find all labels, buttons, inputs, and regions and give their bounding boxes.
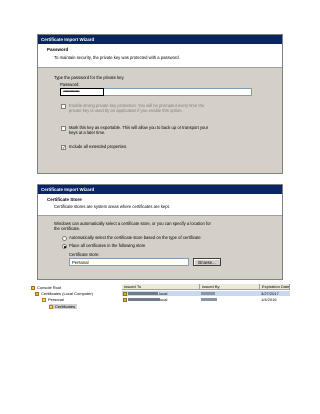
- table-row[interactable]: .local: [123, 291, 167, 296]
- password-prompt: Type the password for the private key.: [54, 75, 125, 80]
- wizard-header: Password To maintain security, the priva…: [38, 44, 282, 68]
- header-title: Password: [47, 47, 69, 52]
- password-field[interactable]: •••••••••••••: [60, 88, 104, 96]
- password-dialog: Certificate Import Wizard Password To ma…: [37, 34, 283, 174]
- certificate-snapin-icon: [35, 292, 39, 296]
- store-description-line2: the certificate.: [54, 226, 81, 231]
- extended-properties-checkbox[interactable]: ✓: [61, 145, 66, 150]
- password-label: Password:: [60, 82, 80, 87]
- issued-by-cell: [201, 297, 217, 302]
- header-subtitle: To maintain security, the private key wa…: [54, 55, 180, 60]
- tree-certificates[interactable]: Certificates: [49, 304, 78, 309]
- folder-icon: [31, 286, 35, 290]
- auto-select-label: Automatically select the certificate sto…: [69, 235, 201, 240]
- wizard-header: Certificate Store Certificate stores are…: [38, 194, 282, 216]
- certificate-store-dialog: Certificate Import Wizard Certificate St…: [37, 184, 283, 280]
- certificates-console: Console Root Certificates (Local Compute…: [30, 284, 290, 318]
- strong-protection-checkbox[interactable]: [61, 104, 66, 109]
- table-row[interactable]: ocal: [123, 297, 167, 302]
- tree-label: Console Root: [37, 285, 62, 290]
- password-field-extent: [104, 88, 252, 96]
- redacted-issued-to: [128, 298, 160, 302]
- auto-select-radio[interactable]: [62, 236, 67, 241]
- column-expiration-date[interactable]: Expiration Date: [260, 284, 290, 290]
- tree-console-root[interactable]: Console Root: [31, 285, 61, 290]
- certificate-icon: [123, 298, 127, 302]
- header-title: Certificate Store: [47, 197, 82, 202]
- tree-certificates-local[interactable]: Certificates (Local Computer): [35, 291, 93, 296]
- exportable-label-line2: keys at a later time.: [69, 130, 106, 135]
- certificate-icon: [123, 292, 127, 296]
- dialog-title: Certificate Import Wizard: [38, 35, 282, 44]
- tree-label: Certificates (Local Computer): [41, 291, 94, 296]
- issued-to-suffix: .local: [158, 291, 168, 296]
- issued-to-suffix: ocal: [160, 297, 168, 302]
- redacted-issued-to: [128, 292, 158, 296]
- redacted-issued-by: [201, 298, 217, 302]
- certificate-store-field[interactable]: Personal: [69, 258, 189, 266]
- redacted-issued-by: [201, 292, 215, 296]
- expiration-cell: 1/4/2016: [261, 297, 277, 302]
- tree-label: Certificates: [55, 304, 76, 309]
- column-issued-to[interactable]: Issued To: [122, 284, 200, 290]
- tree-personal[interactable]: Personal: [42, 297, 64, 302]
- extended-properties-label: Include all extended properties.: [69, 144, 128, 149]
- header-subtitle: Certificate stores are system areas wher…: [54, 204, 170, 209]
- browse-button[interactable]: Browse...: [193, 258, 221, 266]
- dialog-title: Certificate Import Wizard: [38, 185, 282, 194]
- place-in-store-label: Place all certificates in the following …: [69, 243, 146, 248]
- strong-protection-label-line2: private key is used by an application if…: [69, 108, 183, 113]
- issued-by-cell: [201, 291, 215, 296]
- place-in-store-radio[interactable]: [62, 244, 67, 249]
- tree-label: Personal: [48, 297, 64, 302]
- folder-icon: [49, 305, 53, 309]
- expiration-cell: 3/27/2017: [261, 291, 279, 296]
- store-label: Certificate store:: [69, 252, 100, 257]
- folder-icon: [42, 298, 46, 302]
- exportable-checkbox[interactable]: [61, 126, 66, 131]
- column-issued-by[interactable]: Issued By: [200, 284, 260, 290]
